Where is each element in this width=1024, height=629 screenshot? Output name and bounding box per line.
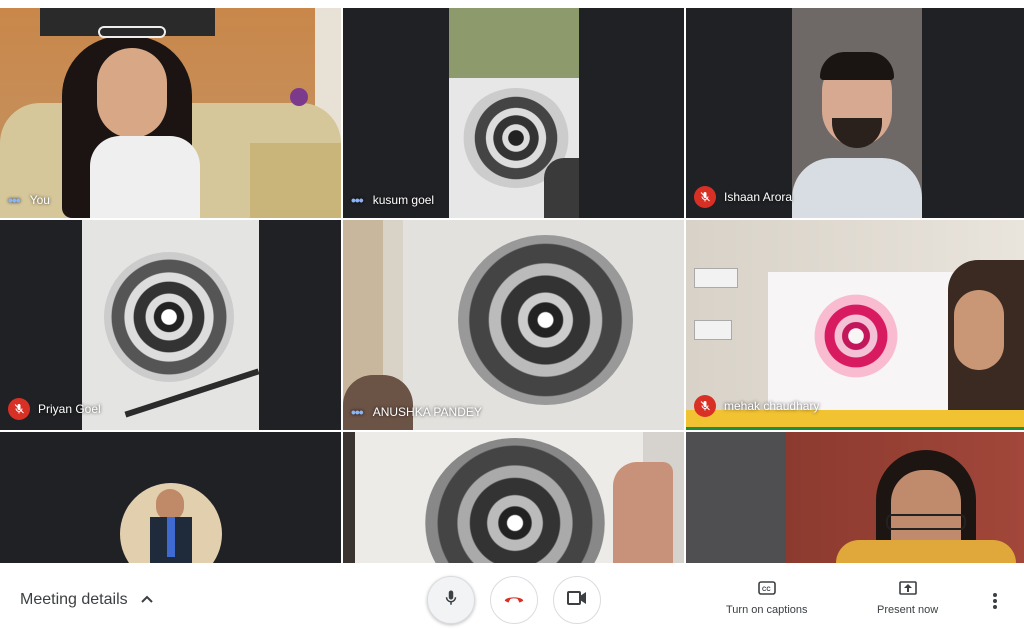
- participant-tile-anushka-pandey[interactable]: ••• ANUSHKA PANDEY: [343, 220, 684, 430]
- participant-tile-ishaan-arora[interactable]: Ishaan Arora: [686, 8, 1024, 218]
- top-strip: [0, 0, 1024, 8]
- video-feed: [686, 432, 1024, 563]
- chevron-up-icon: [140, 591, 154, 609]
- mic-off-icon: [694, 395, 716, 417]
- video-feed: [82, 220, 259, 430]
- more-vert-icon: [992, 593, 998, 613]
- svg-text:CC: CC: [762, 587, 771, 593]
- present-label: Present now: [877, 604, 939, 616]
- hang-up-button[interactable]: [490, 576, 538, 624]
- speaking-indicator-icon: •••: [8, 192, 21, 208]
- participant-tile-priyan-goel[interactable]: Priyan Goel: [0, 220, 341, 430]
- speaking-indicator-icon: •••: [351, 192, 364, 208]
- participant-tile-camera[interactable]: [686, 432, 1024, 563]
- avatar: [120, 483, 222, 563]
- participant-tile-kusum-goel[interactable]: ••• kusum goel: [343, 8, 684, 218]
- camera-button[interactable]: [553, 576, 601, 624]
- participant-label: ••• kusum goel: [351, 192, 434, 208]
- participant-name: Ishaan Arora: [724, 190, 793, 204]
- captions-label: Turn on captions: [726, 604, 808, 616]
- more-options-button[interactable]: [992, 593, 998, 614]
- video-grid: ••• You ••• kusum goel Ishaan Arora Priy…: [0, 8, 1024, 563]
- present-now-button[interactable]: Present now: [877, 581, 938, 616]
- microphone-button[interactable]: [427, 576, 475, 624]
- video-feed: [792, 8, 922, 218]
- participant-tile-mehak-chaudhary[interactable]: mehak chaudhary: [686, 220, 1024, 430]
- video-feed: [0, 8, 341, 218]
- participant-tile-avatar[interactable]: [0, 432, 341, 563]
- camera-icon: [567, 590, 587, 610]
- participant-label: ••• You: [8, 192, 50, 208]
- mic-off-icon: [8, 398, 30, 420]
- speaking-indicator-icon: •••: [351, 404, 364, 420]
- captions-icon: CC: [757, 581, 776, 604]
- hang-up-icon: [503, 591, 525, 609]
- microphone-icon: [442, 588, 460, 613]
- captions-button[interactable]: CC Turn on captions: [726, 581, 808, 616]
- video-feed: [449, 8, 579, 218]
- participant-tile-drawing[interactable]: [343, 432, 684, 563]
- video-feed: [343, 432, 684, 563]
- participant-name: ANUSHKA PANDEY: [372, 405, 482, 419]
- participant-label: Priyan Goel: [8, 398, 101, 420]
- control-bar: Meeting details CC Turn on captions Pres…: [0, 563, 1024, 629]
- participant-label: Ishaan Arora: [694, 186, 792, 208]
- present-icon: [898, 581, 917, 604]
- participant-name: Priyan Goel: [38, 402, 101, 416]
- meeting-details-label: Meeting details: [20, 591, 128, 608]
- participant-name: You: [29, 193, 50, 207]
- meeting-details-button[interactable]: Meeting details: [20, 591, 154, 609]
- video-feed: [343, 220, 684, 430]
- participant-label: ••• ANUSHKA PANDEY: [351, 404, 482, 420]
- participant-label: mehak chaudhary: [694, 395, 819, 417]
- participant-name: kusum goel: [372, 193, 435, 207]
- participant-name: mehak chaudhary: [724, 399, 820, 413]
- participant-tile-you[interactable]: ••• You: [0, 8, 341, 218]
- mic-off-icon: [694, 186, 716, 208]
